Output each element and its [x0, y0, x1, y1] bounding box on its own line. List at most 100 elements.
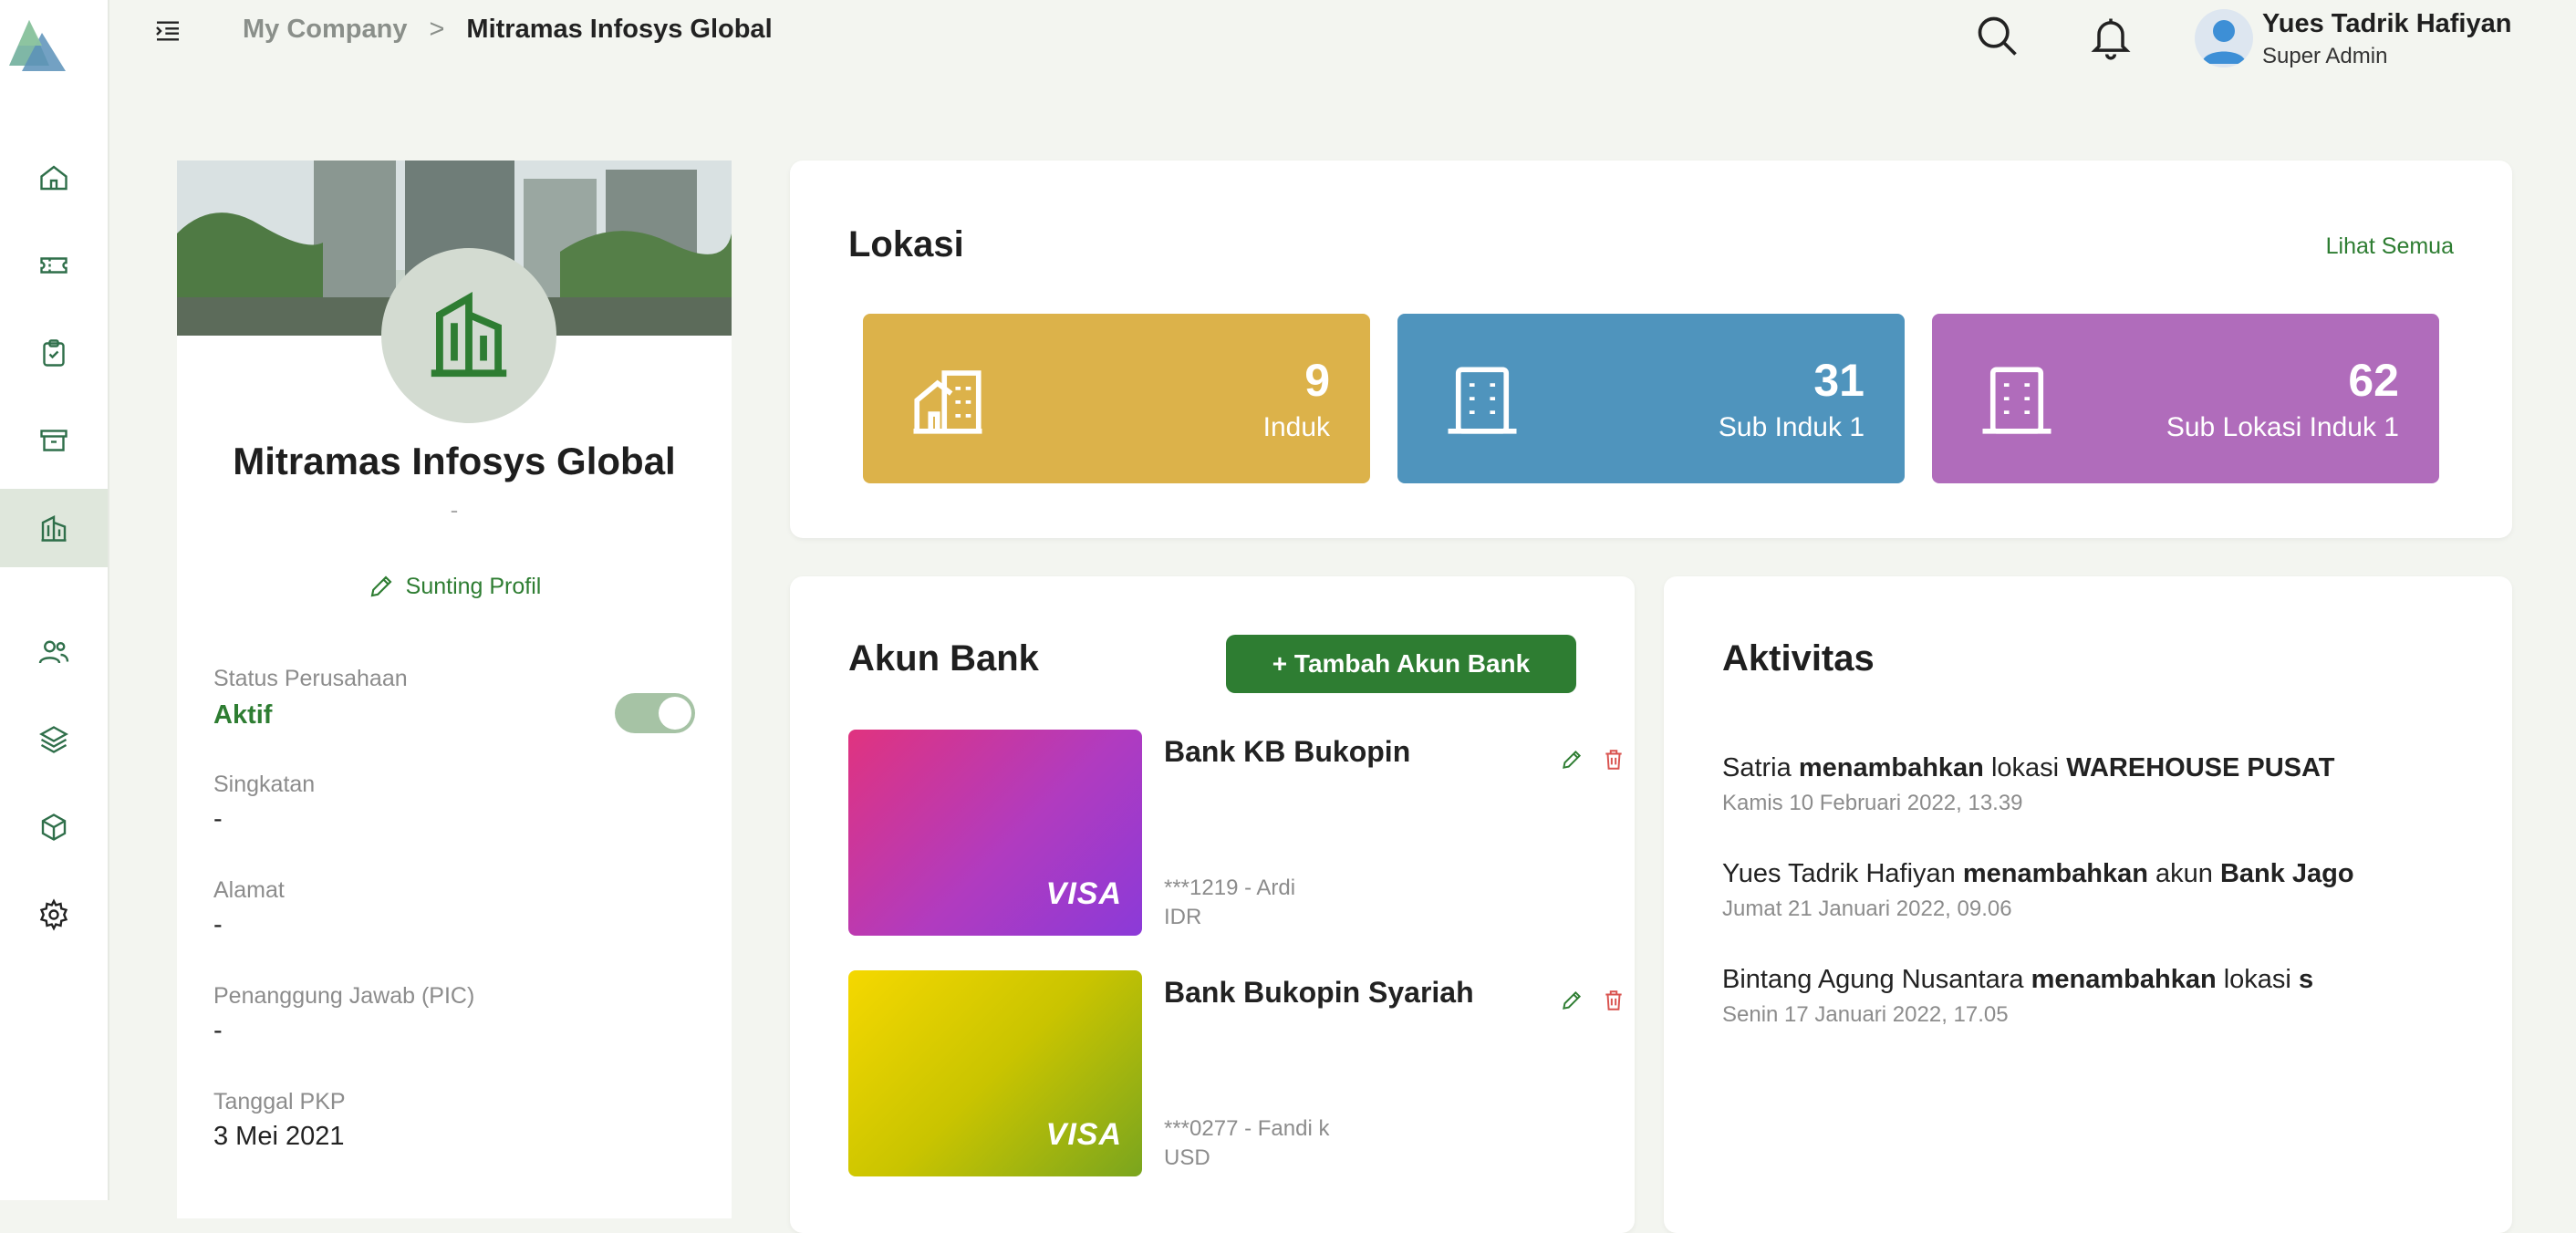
- company-logo: [381, 248, 556, 423]
- stat-value: 9: [1304, 355, 1330, 406]
- visa-logo: VISA: [1045, 876, 1122, 911]
- bell-icon[interactable]: [2087, 13, 2135, 60]
- bank-name: Bank Bukopin Syariah: [1164, 976, 1474, 1009]
- activity-time: Jumat 21 Januari 2022, 09.06: [1722, 896, 2012, 921]
- status-label: Status Perusahaan: [213, 666, 408, 691]
- menu-toggle-icon[interactable]: [153, 16, 182, 46]
- layers-icon: [39, 726, 68, 753]
- stat-label: Sub Lokasi Induk 1: [2166, 412, 2399, 442]
- activity-verb: menambahkan: [1962, 859, 2148, 888]
- activity-actor: Yues Tadrik Hafiyan: [1722, 859, 1956, 888]
- breadcrumb-current: Mitramas Infosys Global: [466, 15, 773, 44]
- pic-label: Penanggung Jawab (PIC): [213, 983, 475, 1009]
- bank-card-visual: VISA: [848, 730, 1142, 936]
- sidebar-item-inventory[interactable]: [0, 401, 108, 480]
- home-icon: [40, 165, 68, 191]
- company-subtitle: -: [450, 496, 459, 523]
- stat-tile-sub-induk[interactable]: 31 Sub Induk 1: [1397, 314, 1905, 483]
- edit-profile-label: Sunting Profil: [405, 573, 542, 599]
- stat-tile-induk[interactable]: 9 Induk: [863, 314, 1370, 483]
- bank-account-number: ***1219 - Ardi: [1164, 876, 1296, 900]
- abbr-value: -: [213, 804, 223, 834]
- user-name[interactable]: Yues Tadrik Hafiyan: [2262, 9, 2511, 39]
- pkp-label: Tanggal PKP: [213, 1089, 346, 1114]
- status-toggle[interactable]: [615, 693, 695, 733]
- address-label: Alamat: [213, 877, 285, 903]
- bank-currency: USD: [1164, 1145, 1210, 1170]
- pkp-value: 3 Mei 2021: [213, 1122, 345, 1151]
- sidebar-item-users[interactable]: [0, 613, 108, 691]
- activity-target: Bank Jago: [2219, 859, 2354, 888]
- sidebar-item-assets[interactable]: [0, 788, 108, 866]
- activity-actor: Bintang Agung Nusantara: [1722, 965, 2024, 994]
- location-card: Lokasi Lihat Semua 9 Induk 31 Sub Induk …: [790, 161, 2512, 538]
- activity-text: Yues Tadrik Hafiyan menambahkan akun Ban…: [1722, 859, 2470, 889]
- activity-item: Bintang Agung Nusantara menambahkan loka…: [1722, 965, 2470, 1028]
- sidebar-item-company[interactable]: [0, 489, 108, 567]
- add-bank-account-button[interactable]: + Tambah Akun Bank: [1226, 635, 1576, 693]
- ticket-icon: [40, 257, 68, 274]
- activity-verb: menambahkan: [1798, 753, 1984, 782]
- breadcrumb-parent[interactable]: My Company: [243, 15, 407, 45]
- location-title: Lokasi: [848, 224, 964, 264]
- clipboard-check-icon: [43, 339, 65, 367]
- bank-currency: IDR: [1164, 905, 1202, 929]
- sidebar-item-tickets[interactable]: [0, 226, 108, 305]
- sidebar-item-layers[interactable]: [0, 700, 108, 779]
- bank-account-card: Akun Bank + Tambah Akun Bank VISA Bank K…: [790, 576, 1635, 1233]
- activity-item: Satria menambahkan lokasi WAREHOUSE PUSA…: [1722, 753, 2470, 816]
- activity-target: WAREHOUSE PUSAT: [2066, 753, 2335, 782]
- toggle-knob: [659, 697, 691, 730]
- stat-label: Sub Induk 1: [1718, 412, 1864, 442]
- bank-title: Akun Bank: [848, 638, 1039, 679]
- visa-logo: VISA: [1045, 1117, 1122, 1152]
- avatar[interactable]: [2195, 9, 2253, 67]
- stat-tile-sub-lokasi[interactable]: 62 Sub Lokasi Induk 1: [1932, 314, 2439, 483]
- sidebar: [0, 0, 109, 1200]
- activity-card: Aktivitas Satria menambahkan lokasi WARE…: [1664, 576, 2512, 1233]
- activity-object: lokasi: [2223, 965, 2291, 994]
- bank-account-item: VISA Bank KB Bukopin ***1219 - Ardi IDR: [848, 730, 1622, 936]
- sidebar-item-home[interactable]: [0, 139, 108, 217]
- activity-object: akun: [2155, 859, 2213, 888]
- edit-icon[interactable]: [1560, 748, 1584, 772]
- activity-verb: menambahkan: [2031, 965, 2217, 994]
- status-value: Aktif: [213, 700, 273, 730]
- pic-value: -: [213, 1016, 223, 1045]
- activity-item: Yues Tadrik Hafiyan menambahkan akun Ban…: [1722, 859, 2470, 922]
- activity-actor: Satria: [1722, 753, 1792, 782]
- user-avatar-icon: [2202, 20, 2246, 64]
- bank-account-item: VISA Bank Bukopin Syariah ***0277 - Fand…: [848, 970, 1622, 1176]
- building-icon: [431, 292, 507, 378]
- activity-text: Satria menambahkan lokasi WAREHOUSE PUSA…: [1722, 753, 2470, 783]
- building-office-icon: [1982, 367, 2051, 434]
- trash-icon[interactable]: [1602, 989, 1626, 1012]
- breadcrumb: My Company > Mitramas Infosys Global: [243, 15, 773, 45]
- app-logo[interactable]: [5, 15, 71, 77]
- building-icon: [41, 515, 67, 542]
- abbr-label: Singkatan: [213, 772, 316, 797]
- cube-icon: [41, 813, 67, 841]
- activity-object: lokasi: [1990, 753, 2060, 782]
- activity-title: Aktivitas: [1722, 638, 1875, 679]
- see-all-link[interactable]: Lihat Semua: [2326, 233, 2454, 260]
- company-profile-card: Mitramas Infosys Global - Sunting Profil…: [177, 161, 732, 1218]
- stat-value: 31: [1813, 355, 1864, 406]
- bank-card-visual: VISA: [848, 970, 1142, 1176]
- users-icon: [38, 640, 69, 664]
- pencil-icon: [370, 575, 392, 597]
- sidebar-item-tasks[interactable]: [0, 314, 108, 392]
- stat-value: 62: [2348, 355, 2399, 406]
- sidebar-item-settings[interactable]: [0, 876, 108, 954]
- edit-icon[interactable]: [1560, 989, 1584, 1012]
- bank-name: Bank KB Bukopin: [1164, 735, 1411, 768]
- bank-account-number: ***0277 - Fandi k: [1164, 1116, 1330, 1141]
- activity-target: s: [2298, 965, 2314, 994]
- trash-icon[interactable]: [1602, 748, 1626, 772]
- edit-profile-button[interactable]: Sunting Profil: [177, 573, 732, 600]
- search-icon[interactable]: [1974, 13, 2021, 60]
- user-role: Super Admin: [2262, 44, 2388, 68]
- archive-icon: [40, 430, 68, 451]
- activity-time: Senin 17 Januari 2022, 17.05: [1722, 1002, 2009, 1027]
- building-house-icon: [913, 370, 982, 434]
